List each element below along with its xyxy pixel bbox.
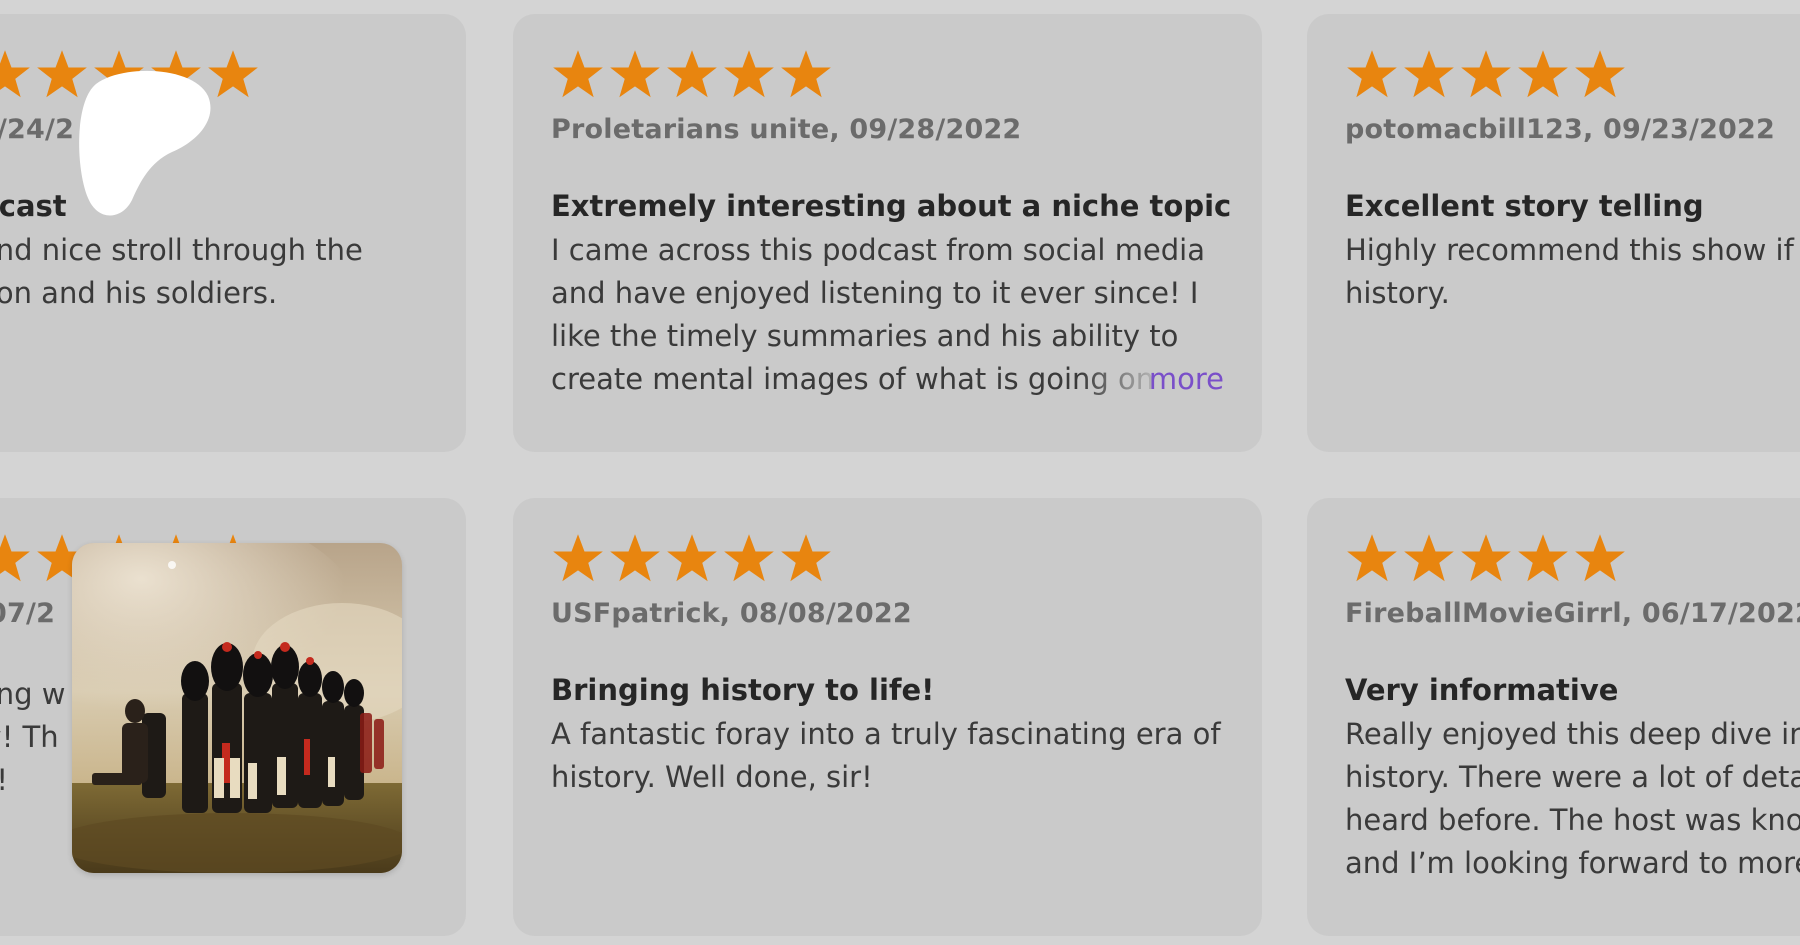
more-link[interactable]: more — [1078, 358, 1224, 401]
star-icon — [553, 534, 603, 582]
review-card[interactable]: FireballMovieGirrl, 06/17/2022 Very info… — [1307, 498, 1800, 936]
review-author-date: potomacbill123, 09/23/2022 — [1345, 114, 1776, 145]
star-rating — [1345, 528, 1800, 588]
star-icon — [724, 534, 774, 582]
review-body: Highly recommend this show if history. — [1345, 233, 1794, 310]
star-rating — [551, 528, 1224, 588]
star-icon — [667, 50, 717, 98]
review-body: and nice stroll through the eon and his … — [0, 233, 363, 310]
star-icon — [0, 50, 30, 98]
review-card[interactable]: 0/24/2 dcast and nice stroll through the… — [0, 14, 466, 452]
star-icon — [1518, 534, 1568, 582]
review-title: Excellent story telling — [1345, 189, 1704, 223]
star-icon — [1404, 534, 1454, 582]
star-icon — [724, 50, 774, 98]
star-icon — [1575, 534, 1625, 582]
white-blob-shape — [79, 70, 211, 216]
review-title: Extremely interesting about a niche topi… — [551, 189, 1232, 223]
star-icon — [610, 534, 660, 582]
star-icon — [0, 534, 30, 582]
review-title: Bringing history to life! — [551, 673, 935, 707]
star-rating — [0, 44, 428, 104]
review-body: Really enjoyed this deep dive in history… — [1345, 717, 1800, 880]
review-card[interactable]: USFpatrick, 08/08/2022 Bringing history … — [513, 498, 1262, 936]
star-icon — [1518, 50, 1568, 98]
reviews-carousel: 0/24/2 dcast and nice stroll through the… — [0, 0, 1800, 945]
review-author-date: USFpatrick, 08/08/2022 — [551, 598, 912, 629]
star-icon — [208, 50, 258, 98]
star-icon — [1347, 50, 1397, 98]
review-body: A fantastic foray into a truly fascinati… — [551, 717, 1221, 794]
star-icon — [781, 534, 831, 582]
star-icon — [1404, 50, 1454, 98]
star-icon — [1461, 534, 1511, 582]
review-card[interactable]: Proletarians unite, 09/28/2022 Extremely… — [513, 14, 1262, 452]
review-card[interactable]: potomacbill123, 09/23/2022 Excellent sto… — [1307, 14, 1800, 452]
star-icon — [1347, 534, 1397, 582]
review-author-date: FireballMovieGirrl, 06/17/2022 — [1345, 598, 1800, 629]
star-icon — [610, 50, 660, 98]
star-icon — [553, 50, 603, 98]
star-icon — [781, 50, 831, 98]
star-rating — [551, 44, 1224, 104]
star-icon — [1575, 50, 1625, 98]
star-icon — [1461, 50, 1511, 98]
review-author-date: 0/24/2 — [0, 114, 75, 145]
review-author-date: Proletarians unite, 09/28/2022 — [551, 114, 1022, 145]
review-title: dcast — [0, 189, 67, 223]
podcast-artwork-image[interactable] — [72, 543, 402, 873]
star-rating — [1345, 44, 1800, 104]
review-title: Very informative — [1345, 673, 1619, 707]
star-icon — [667, 534, 717, 582]
